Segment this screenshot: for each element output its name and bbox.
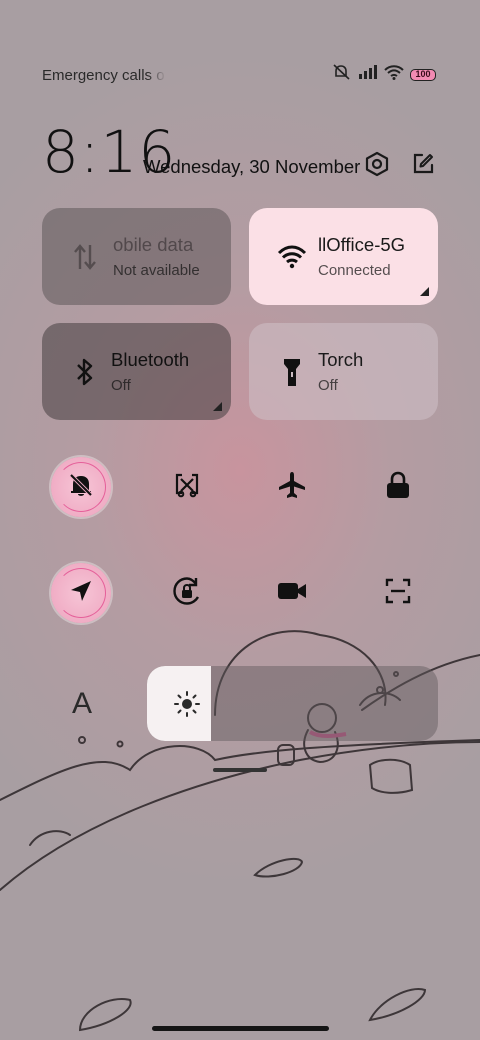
status-icons: 100 [332,64,436,85]
panel-drag-handle[interactable] [213,768,267,772]
signal-icon [358,65,378,84]
torch-icon [272,356,312,388]
mobile-data-status: Not available [113,262,200,279]
torch-title: Torch [318,349,364,370]
gesture-nav-bar[interactable] [152,1026,329,1031]
location-icon [68,578,94,609]
screenshot-toggle[interactable] [368,563,428,623]
emergency-calls-text: Emergency calls o [42,67,165,84]
silent-mode-icon [68,472,94,503]
screen-cast-icon [173,471,201,504]
bluetooth-title: Bluetooth [111,349,190,370]
screenshot-icon [384,577,412,610]
airplane-mode-toggle[interactable] [262,457,322,517]
mute-icon [332,64,352,85]
date: Wednesday, 30 November [143,156,361,177]
torch-status: Off [318,377,338,394]
mobile-data-title: obile data [113,234,194,255]
mobile-data-icon [65,243,105,271]
wifi-network-name: llOffice-5G [318,234,406,255]
battery-icon: 100 [410,68,436,81]
wifi-tile[interactable]: llOffice-5G Connected [249,208,438,305]
screen-recorder-toggle[interactable] [262,563,322,623]
bluetooth-tile[interactable]: Bluetooth Off [42,323,231,420]
wifi-icon [384,64,404,85]
bluetooth-icon [65,357,105,387]
screen-record-icon [276,580,308,607]
wifi-status: Connected [318,262,391,279]
wifi-expand-icon[interactable] [420,287,429,296]
bluetooth-status: Off [111,377,131,394]
silent-mode-toggle[interactable] [51,457,111,517]
screen-cast-toggle[interactable] [157,457,217,517]
rotation-lock-icon [172,576,202,611]
mobile-data-tile[interactable]: obile data Not available [42,208,231,305]
font-size-button[interactable]: A [62,684,102,724]
brightness-icon [173,690,201,718]
torch-tile[interactable]: Torch Off [249,323,438,420]
location-toggle[interactable] [51,563,111,623]
settings-icon[interactable] [363,150,391,178]
lock-icon [385,471,411,504]
lock-toggle[interactable] [368,457,428,517]
airplane-icon [277,470,307,505]
edit-icon[interactable] [409,150,437,178]
rotation-lock-toggle[interactable] [157,563,217,623]
bluetooth-expand-icon[interactable] [213,402,222,411]
wifi-icon [272,245,312,269]
